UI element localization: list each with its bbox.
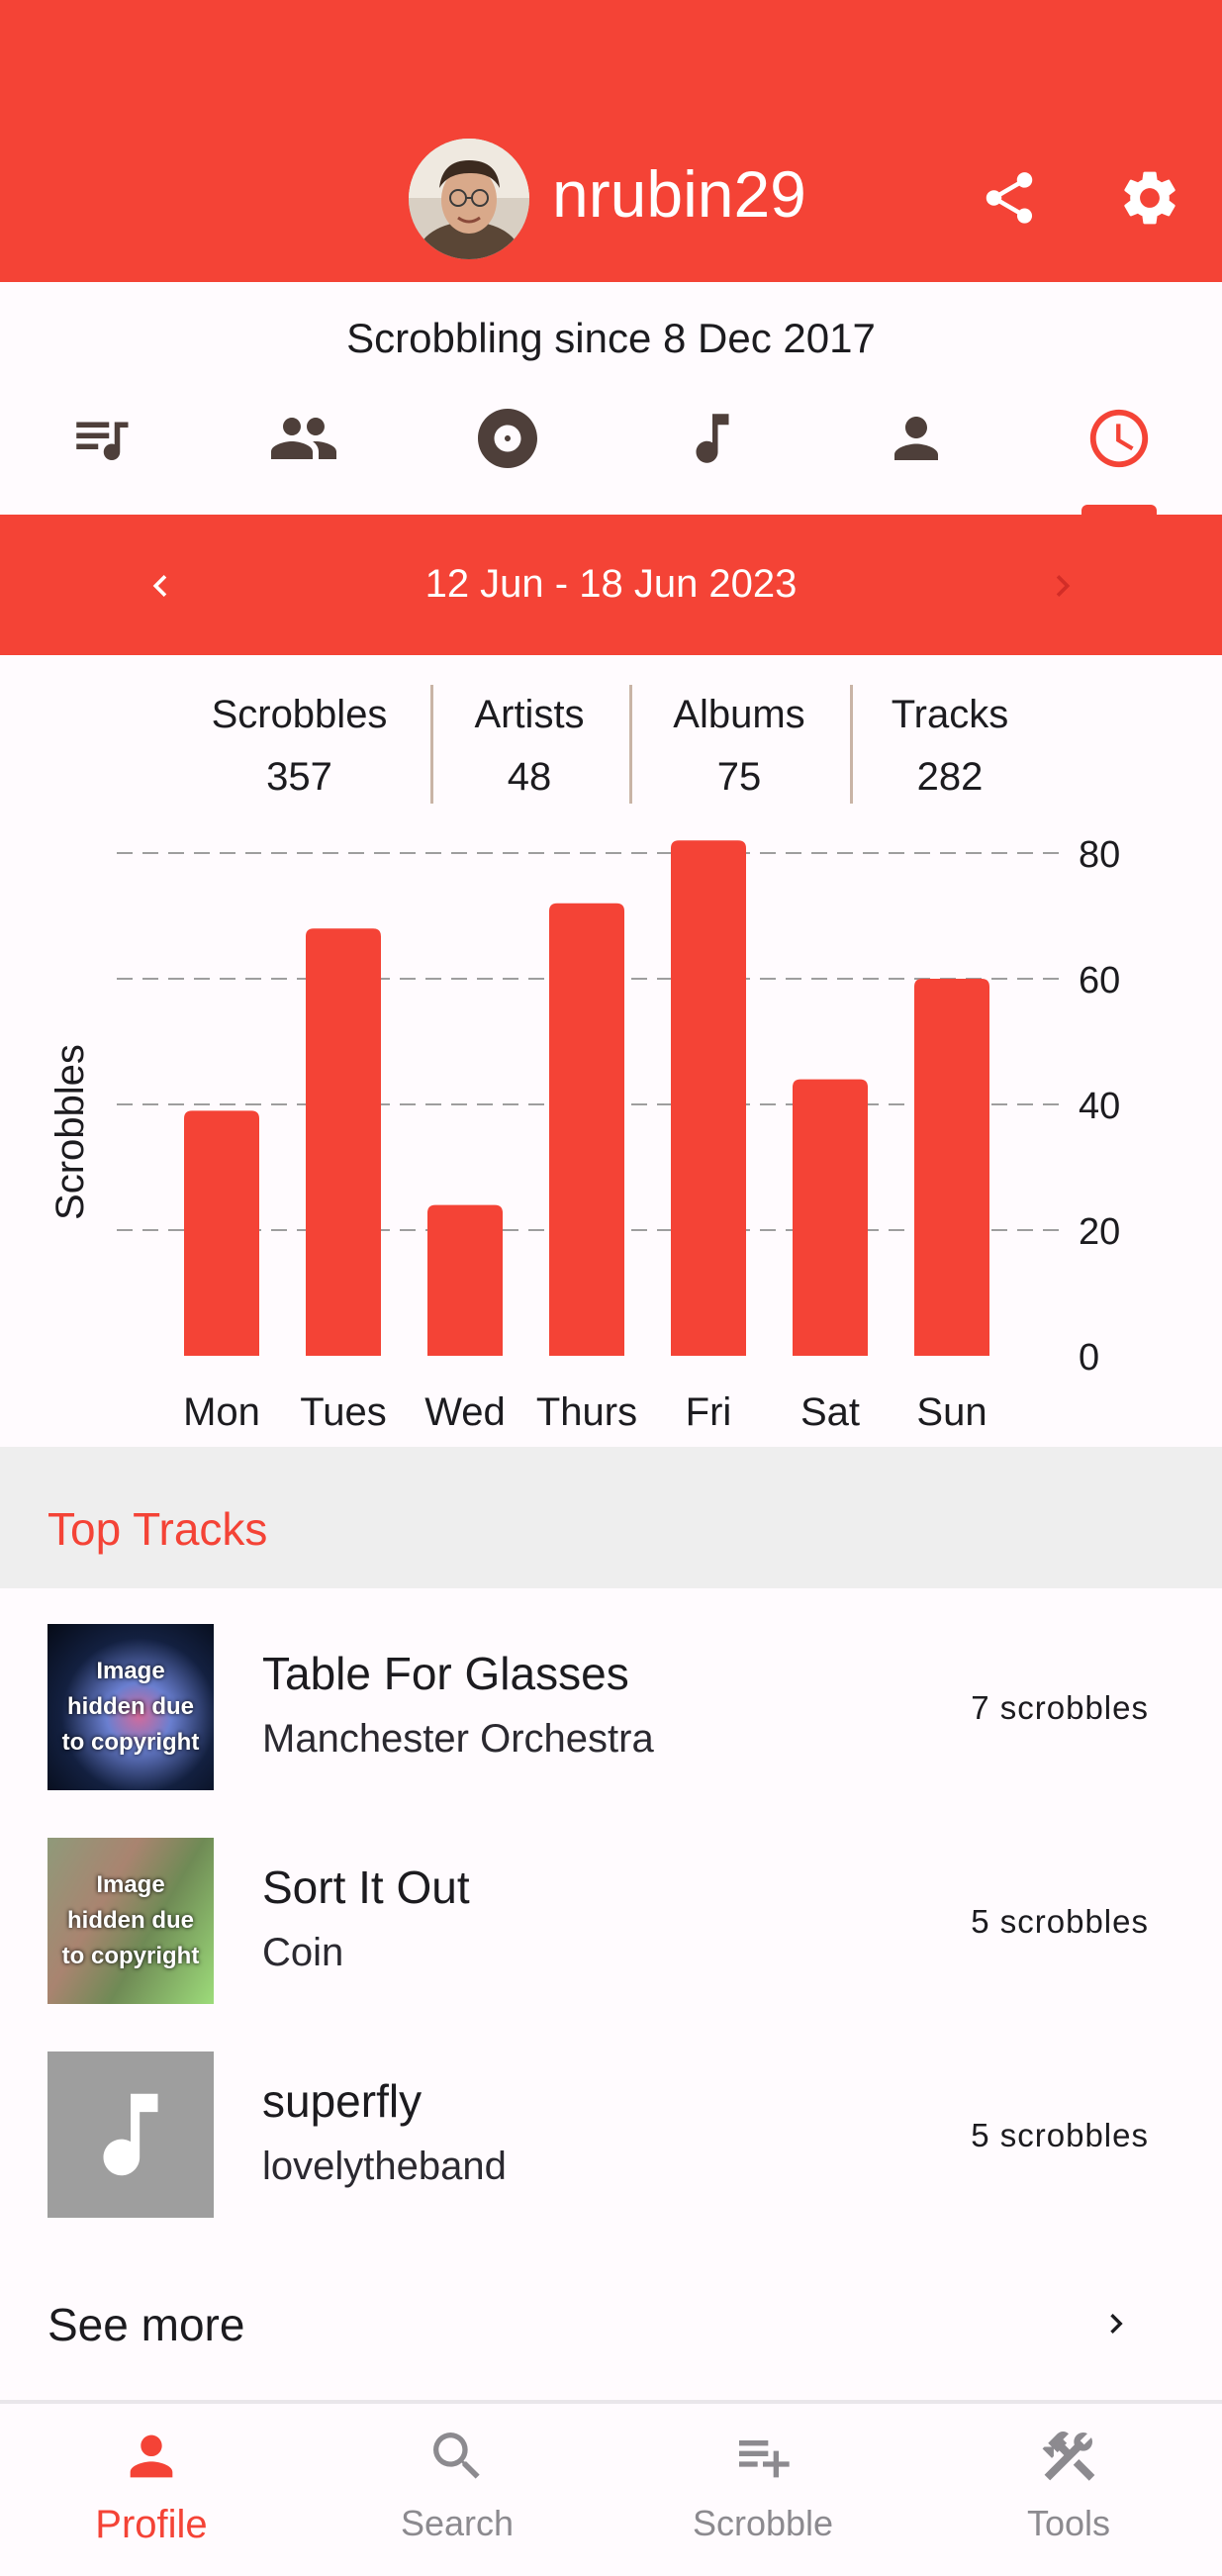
y-tick-label: 60 [1079, 960, 1120, 1002]
track-artwork: Image hidden due to copyright [47, 1624, 214, 1790]
x-tick-label: Mon [183, 1390, 260, 1434]
track-row[interactable]: Image hidden due to copyright Sort It Ou… [0, 1802, 1222, 2016]
track-artist: lovelytheband [262, 2145, 507, 2188]
stat-divider [850, 685, 853, 804]
scrobbling-since: Scrobbling since 8 Dec 2017 [346, 315, 876, 361]
bar [549, 903, 624, 1356]
period-label: 12 Jun - 18 Jun 2023 [424, 562, 798, 606]
tab-playlist[interactable] [42, 394, 160, 483]
stat-value: 282 [916, 755, 984, 799]
tab-weekly-chart[interactable] [1060, 394, 1178, 483]
see-more-link[interactable]: See more [47, 2298, 244, 2351]
x-tick-label: Wed [424, 1390, 506, 1434]
stat-label: Scrobbles [211, 693, 388, 736]
y-tick-label: 40 [1079, 1086, 1120, 1127]
music-note-icon [696, 414, 729, 463]
username: nrubin29 [552, 157, 806, 231]
x-tick-label: Tues [300, 1390, 386, 1434]
bar [671, 840, 746, 1356]
stat-value: 357 [266, 755, 332, 799]
nav-label: Scrobble [692, 2503, 834, 2543]
bar [914, 979, 989, 1356]
person-icon [894, 417, 938, 460]
tab-profile[interactable] [857, 394, 976, 483]
playlist-add-icon [739, 2440, 790, 2478]
stat-divider [629, 685, 632, 804]
app-root: nrubin29 Scrobbling since 8 Dec 2017 12 … [0, 0, 1222, 2576]
top-tracks-title: Top Tracks [47, 1503, 268, 1555]
nav-tools[interactable]: Tools [920, 2425, 1217, 2544]
copyright-notice: Image hidden due to copyright [61, 1871, 200, 1969]
track-scrobble-count: 5 scrobbles [971, 1903, 1149, 1940]
chevron-right-icon[interactable] [1096, 2298, 1136, 2349]
stat-tracks: Tracks 282 [866, 693, 1034, 800]
next-period-button[interactable] [1041, 560, 1084, 612]
people-icon [271, 418, 336, 459]
bar [793, 1079, 868, 1356]
track-artist: Manchester Orchestra [262, 1717, 654, 1761]
nav-scrobble[interactable]: Scrobble [614, 2425, 911, 2544]
y-tick-label: 20 [1079, 1211, 1120, 1253]
track-title: superfly [262, 2075, 423, 2127]
clock-icon [1089, 409, 1149, 468]
bar [184, 1110, 259, 1356]
track-scrobble-count: 7 scrobbles [971, 1689, 1149, 1726]
nav-search[interactable]: Search [309, 2425, 606, 2544]
search-icon [433, 2433, 480, 2479]
chevron-right-icon [1056, 575, 1071, 597]
nav-label: Search [400, 2503, 515, 2543]
x-tick-label: Sat [800, 1390, 860, 1434]
track-artwork-placeholder [47, 2051, 214, 2218]
tools-icon [1042, 2431, 1095, 2481]
track-artwork: Image hidden due to copyright [47, 1838, 214, 2004]
y-tick-label: 0 [1079, 1337, 1099, 1379]
person-icon [130, 2434, 173, 2478]
bar [427, 1204, 503, 1356]
gear-icon[interactable] [1110, 158, 1189, 238]
stat-label: Albums [673, 693, 805, 736]
tab-tracks[interactable] [653, 394, 772, 483]
music-note-icon [103, 2093, 158, 2176]
track-title: Sort It Out [262, 1861, 470, 1913]
stat-value: 75 [716, 755, 762, 799]
track-row[interactable]: Image hidden due to copyright Table For … [0, 1588, 1222, 1802]
tab-people[interactable] [244, 394, 363, 483]
album-icon [478, 409, 537, 468]
nav-label: Profile [95, 2503, 208, 2546]
copyright-notice: Image hidden due to copyright [61, 1658, 200, 1756]
weekly-scrobbles-chart: 0 20 40 60 80 Mon Tues Wed Thurs Fri Sat Sun Scrobbl… [48, 834, 1120, 1434]
nav-label: Tools [1026, 2503, 1111, 2543]
stat-divider [430, 685, 433, 804]
x-tick-label: Thurs [536, 1390, 637, 1434]
track-artist: Coin [262, 1931, 344, 1974]
share-icon[interactable] [970, 158, 1049, 238]
avatar[interactable] [409, 139, 529, 259]
stat-value: 48 [507, 755, 552, 799]
nav-profile[interactable]: Profile [3, 2425, 300, 2547]
stat-albums: Albums 75 [645, 693, 833, 800]
tab-albums[interactable] [448, 394, 567, 483]
stat-artists: Artists 48 [445, 693, 613, 800]
bar [306, 928, 381, 1356]
stat-label: Tracks [891, 693, 1009, 736]
stat-label: Artists [474, 693, 585, 736]
track-row[interactable]: superfly lovelytheband 5 scrobbles [0, 2016, 1222, 2230]
x-tick-label: Fri [686, 1390, 732, 1434]
track-scrobble-count: 5 scrobbles [971, 2117, 1149, 2153]
y-tick-label: 80 [1079, 834, 1120, 876]
x-tick-label: Sun [916, 1390, 987, 1434]
stat-scrobbles: Scrobbles 357 [198, 693, 401, 800]
y-axis-label: Scrobbles [48, 1044, 92, 1220]
playlist-icon [76, 422, 129, 460]
app-bar [0, 0, 1222, 282]
track-title: Table For Glasses [262, 1648, 629, 1699]
